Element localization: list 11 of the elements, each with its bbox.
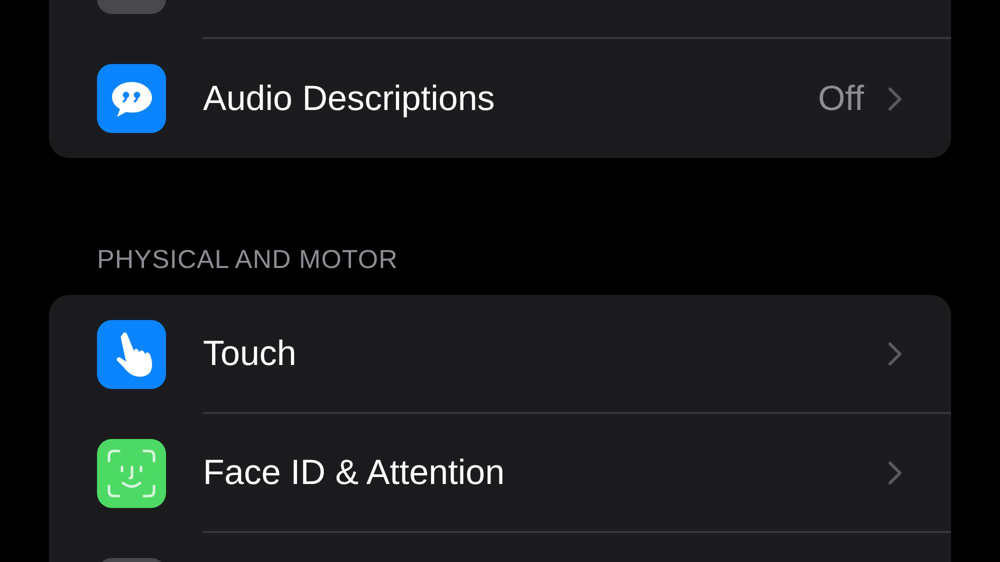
chevron-icon: [888, 460, 902, 484]
row-label: Audio Descriptions: [203, 78, 496, 118]
chevron-icon: [888, 86, 902, 110]
settings-row[interactable]: Audio Descriptions Off: [49, 39, 951, 158]
settings-row[interactable]: Face ID & Attention: [49, 414, 951, 533]
chevron-icon: [888, 342, 902, 366]
section-header: PHYSICAL AND MOTOR: [96, 243, 399, 276]
row-label: Touch: [203, 334, 298, 374]
settings-row[interactable]: Touch: [49, 295, 951, 414]
row-label: Face ID & Attention: [203, 452, 506, 492]
row-value: Off: [818, 78, 864, 118]
